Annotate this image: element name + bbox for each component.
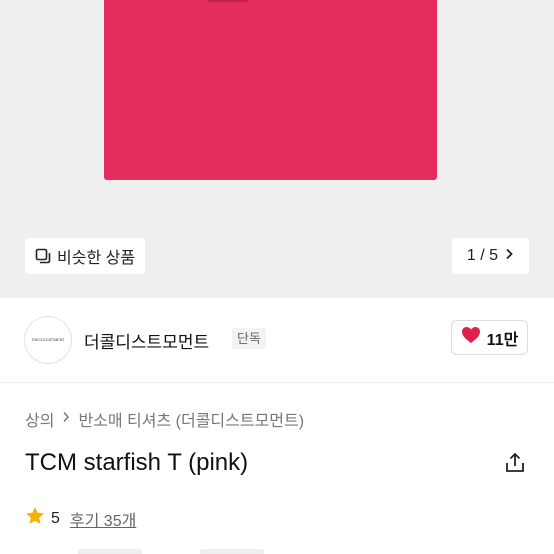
chevron-right-icon (504, 247, 514, 265)
similar-items-icon (35, 248, 51, 264)
rating-score: 5 (51, 509, 60, 527)
store-row[interactable]: THECOLDISTMENT 더콜디스트모먼트 단독 11만 (0, 298, 554, 383)
product-title: TCM starfish T (pink) (25, 449, 249, 476)
shirt-print-detail (208, 0, 248, 2)
breadcrumb-category[interactable]: 상의 (25, 407, 54, 431)
similar-products-button[interactable]: 비슷한 상품 (25, 238, 146, 274)
next-section-peek (78, 549, 142, 554)
heart-icon (461, 326, 481, 349)
store-logo-text: THECOLDISTMENT (31, 338, 65, 342)
breadcrumb-subcategory[interactable]: 반소매 티셔츠 (더콜디스트모먼트) (78, 407, 304, 431)
chevron-right-icon (62, 410, 70, 428)
share-icon[interactable] (503, 451, 527, 475)
image-pager[interactable]: 1 / 5 (452, 238, 529, 274)
similar-products-label: 비슷한 상품 (57, 250, 136, 267)
like-button[interactable]: 11만 (451, 320, 528, 355)
rating-row: 5 후기 35개 (25, 506, 136, 531)
page-indicator: 1 / 5 (466, 247, 499, 264)
store-name[interactable]: 더콜디스트모먼트 (84, 328, 209, 353)
exclusive-badge: 단독 (232, 328, 266, 349)
next-section-peek (200, 549, 264, 554)
review-count-link[interactable]: 후기 35개 (70, 507, 136, 531)
product-image-area[interactable]: 비슷한 상품 1 / 5 (0, 0, 554, 298)
star-icon (25, 506, 45, 531)
store-logo[interactable]: THECOLDISTMENT (24, 316, 72, 364)
product-image (104, 0, 437, 180)
like-count: 11만 (486, 331, 519, 349)
breadcrumb: 상의 반소매 티셔츠 (더콜디스트모먼트) (25, 407, 304, 431)
